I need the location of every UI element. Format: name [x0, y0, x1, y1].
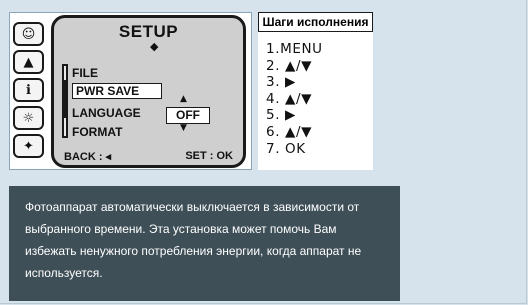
menu-item-pwr-save[interactable]: PWR SAVE	[72, 83, 162, 99]
set-hint: SET : OK	[185, 150, 233, 162]
option-value[interactable]: OFF	[166, 107, 210, 124]
face-scene-icon[interactable]: ☺	[13, 22, 44, 46]
step-item: 7. OK	[266, 140, 306, 157]
step-item: 2. ▲/▼	[266, 57, 313, 74]
scroll-thumb[interactable]	[64, 80, 66, 118]
stars-scene-icon[interactable]: ✦	[13, 134, 44, 158]
back-hint: BACK : ◂	[64, 151, 112, 163]
step-item: 6. ▲/▼	[266, 123, 313, 140]
step-item: 5. ▶	[266, 107, 296, 124]
menu-scrollbar[interactable]	[62, 64, 68, 138]
setup-screen: SETUP ◆ FILE PWR SAVE LANGUAGE FORMAT ▲ …	[51, 15, 246, 168]
option-down-icon[interactable]: ▼	[180, 123, 187, 133]
step-item: 4. ▲/▼	[266, 90, 313, 107]
mode-icon-column: ☺ ▲ ℹ ☼ ✦	[13, 22, 47, 162]
menu-item-file[interactable]: FILE	[72, 66, 98, 80]
setup-tools-icon[interactable]: ℹ	[13, 78, 44, 102]
setup-title: SETUP	[118, 22, 179, 41]
landscape-icon[interactable]: ▲	[13, 50, 44, 74]
option-up-icon[interactable]: ▲	[180, 94, 187, 104]
step-item: 1.MENU	[266, 41, 323, 57]
menu-item-language[interactable]: LANGUAGE	[72, 106, 141, 120]
sun-mode-icon[interactable]: ☼	[13, 106, 44, 130]
steps-panel: Шаги исполнения 1.MENU 2. ▲/▼ 3. ▶ 4. ▲/…	[258, 12, 373, 170]
steps-list: 1.MENU 2. ▲/▼ 3. ▶ 4. ▲/▼ 5. ▶ 6. ▲/▼ 7.…	[266, 41, 323, 157]
step-item: 3. ▶	[266, 74, 296, 91]
info-box: Фотоаппарат автоматически выключается в …	[9, 186, 400, 301]
scroll-up-down-icon: ◆	[150, 40, 159, 53]
steps-title: Шаги исполнения	[258, 12, 373, 32]
info-text: Фотоаппарат автоматически выключается в …	[25, 200, 362, 280]
menu-item-format[interactable]: FORMAT	[72, 125, 122, 139]
camera-lcd-panel: ☺ ▲ ℹ ☼ ✦ SETUP ◆ FILE PWR SAVE LANGUAGE…	[9, 12, 252, 170]
